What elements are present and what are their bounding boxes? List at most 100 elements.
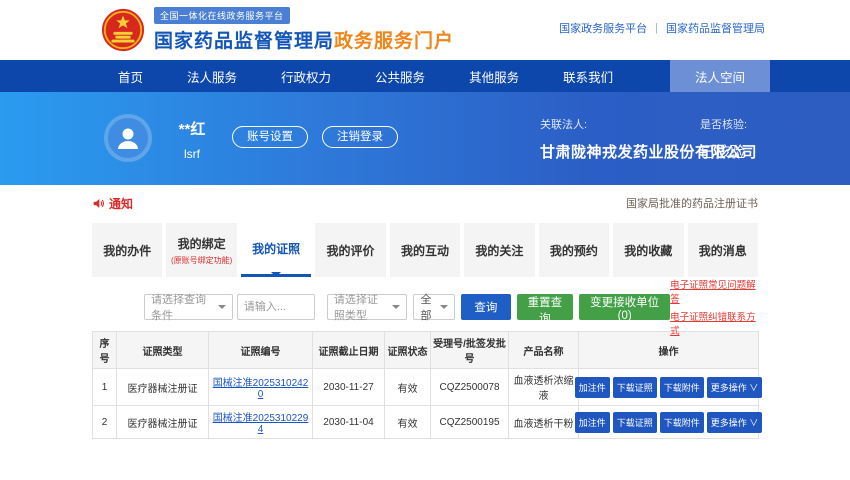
action-button-1[interactable]: 下载证照 [613,412,657,433]
cell-expiry-date: 2030-11-04 [313,406,385,439]
cell-acceptance-number: CQZ2500078 [431,369,509,406]
reset-button[interactable]: 重置查询 [517,294,574,320]
notice-label: 通知 [109,195,133,212]
nav-item-0[interactable]: 首页 [118,67,143,86]
table-header-row: 序号证照类型证照编号证照截止日期证照状态受理号/批签发批号产品名称操作 [93,332,759,369]
all-select[interactable]: 全部 [413,294,455,320]
cert-type-select[interactable]: 请选择证照类型 [327,294,408,320]
nav-item-2[interactable]: 行政权力 [281,67,331,86]
platform-badge: 全国一体化在线政务服务平台 [154,7,290,24]
link-separator: | [655,22,658,34]
change-receiver-button[interactable]: 变更接收单位(0) [579,294,670,320]
tab-我的证照[interactable]: 我的证照 [241,223,311,277]
user-banner: **红 lsrf 账号设置 注销登录 关联法人: 甘肃陇神戎发药业股份有限公司 … [0,92,850,185]
cell-operations: 加注件下载证照下载附件更多操作 ∨ [579,369,759,406]
avatar[interactable] [104,114,152,162]
legal-person-space-button[interactable]: 法人空间 [670,60,770,92]
cert-type-value: 请选择证照类型 [334,291,388,323]
search-button[interactable]: 查询 [461,294,510,320]
tab-我的绑定[interactable]: 我的绑定 (原账号绑定功能) [166,223,236,277]
site-header: 全国一体化在线政务服务平台 国家药品监督管理局政务服务门户 国家政务服务平台|国… [0,0,850,60]
top-link-0[interactable]: 国家政务服务平台 [559,20,647,36]
column-header-3: 证照截止日期 [313,332,385,369]
action-button-1[interactable]: 下载证照 [613,377,657,398]
cell-cert-number: 国械注准20253102420 [209,369,313,406]
main-nav: 首页 法人服务 行政权力 公共服务 其他服务 联系我们 法人空间 [0,60,850,92]
top-link-1[interactable]: 国家药品监督管理局 [666,20,765,36]
tab-我的预约[interactable]: 我的预约 [539,223,609,277]
chevron-down-icon [218,305,226,313]
tab-label: 我的收藏 [624,242,672,259]
faq-link[interactable]: 电子证照常见问题解答 [670,277,758,305]
cell-index: 1 [93,369,117,406]
verify-block: 是否核验: 已核验 [700,116,747,162]
tab-label: 我的证照 [252,240,300,257]
action-button-2[interactable]: 下载附件 [660,377,704,398]
nav-items: 首页 法人服务 行政权力 公共服务 其他服务 联系我们 [0,60,613,92]
content-area: 通知 国家局批准的药品注册证书 我的办件 我的绑定 (原账号绑定功能) 我的证照 我的评… [92,191,758,439]
column-header-6: 产品名称 [509,332,579,369]
cert-number-link[interactable]: 国械注准20253102294 [213,413,309,435]
nav-item-3[interactable]: 公共服务 [375,67,425,86]
cell-cert-type: 医疗器械注册证 [117,369,209,406]
cell-acceptance-number: CQZ2500195 [431,406,509,439]
cell-expiry-date: 2030-11-27 [313,369,385,406]
logout-button[interactable]: 注销登录 [322,126,398,148]
column-header-5: 受理号/批签发批号 [431,332,509,369]
verify-label: 是否核验: [700,116,747,132]
column-header-4: 证照状态 [385,332,431,369]
nav-item-5[interactable]: 联系我们 [563,67,613,86]
tab-sublabel: (原账号绑定功能) [171,255,232,266]
query-condition-value: 请选择查询条件 [151,291,213,323]
all-select-value: 全部 [420,291,435,323]
table-body: 1医疗器械注册证国械注准202531024202030-11-27有效CQZ25… [93,369,759,439]
tab-label: 我的评价 [327,242,375,259]
query-condition-select[interactable]: 请选择查询条件 [144,294,233,320]
tab-我的关注[interactable]: 我的关注 [464,223,534,277]
tab-bar: 我的办件 我的绑定 (原账号绑定功能) 我的证照 我的评价 我的互动 我的关注 我的预约 我的收… [92,223,758,277]
tab-label: 我的办件 [103,242,151,259]
action-button-0[interactable]: 加注件 [575,412,610,433]
certificate-table: 序号证照类型证照编号证照截止日期证照状态受理号/批签发批号产品名称操作 1医疗器… [92,331,759,439]
account-settings-button[interactable]: 账号设置 [232,126,308,148]
action-button-0[interactable]: 加注件 [575,377,610,398]
brand: 全国一体化在线政务服务平台 国家药品监督管理局政务服务门户 [100,7,454,53]
speaker-icon [92,197,105,210]
tab-label: 我的关注 [475,242,523,259]
cell-operations: 加注件下载证照下载附件更多操作 ∨ [579,406,759,439]
help-links: 电子证照常见问题解答 电子证照纠错联系方式 [670,277,758,337]
user-icon [113,123,143,153]
table-row: 2医疗器械注册证国械注准202531022942030-11-04有效CQZ25… [93,406,759,439]
action-button-3[interactable]: 更多操作 ∨ [707,412,763,433]
column-header-2: 证照编号 [209,332,313,369]
filter-bar: 请选择查询条件 请选择证照类型 全部 查询 重置查询 变更接收单位(0) 电子证… [92,293,758,321]
tab-label: 我的互动 [401,242,449,259]
nav-item-1[interactable]: 法人服务 [187,67,237,86]
tab-label: 我的预约 [550,242,598,259]
contact-link[interactable]: 电子证照纠错联系方式 [670,309,758,337]
site-title-accent: 政务服务门户 [334,31,454,52]
tab-我的互动[interactable]: 我的互动 [390,223,460,277]
action-button-3[interactable]: 更多操作 ∨ [707,377,763,398]
notice-bar: 通知 国家局批准的药品注册证书 [92,191,758,215]
nav-item-4[interactable]: 其他服务 [469,67,519,86]
chevron-down-icon [440,305,448,313]
tab-label: 我的绑定 [178,235,226,252]
operation-buttons: 加注件下载证照下载附件更多操作 ∨ [581,377,756,398]
notice-text[interactable]: 国家局批准的药品注册证书 [626,195,758,211]
operation-buttons: 加注件下载证照下载附件更多操作 ∨ [581,412,756,433]
cell-product-name: 血液透析干粉 [509,406,579,439]
column-header-1: 证照类型 [117,332,209,369]
tab-我的消息[interactable]: 我的消息 [688,223,758,277]
keyword-input[interactable] [237,294,315,320]
page-title: 国家药品监督管理局政务服务门户 [154,26,454,53]
cell-status: 有效 [385,406,431,439]
tab-我的评价[interactable]: 我的评价 [315,223,385,277]
cell-cert-type: 医疗器械注册证 [117,406,209,439]
cert-number-link[interactable]: 国械注准20253102420 [213,378,309,400]
action-button-2[interactable]: 下载附件 [660,412,704,433]
tab-我的办件[interactable]: 我的办件 [92,223,162,277]
column-header-0: 序号 [93,332,117,369]
chevron-down-icon [392,305,400,313]
tab-我的收藏[interactable]: 我的收藏 [613,223,683,277]
